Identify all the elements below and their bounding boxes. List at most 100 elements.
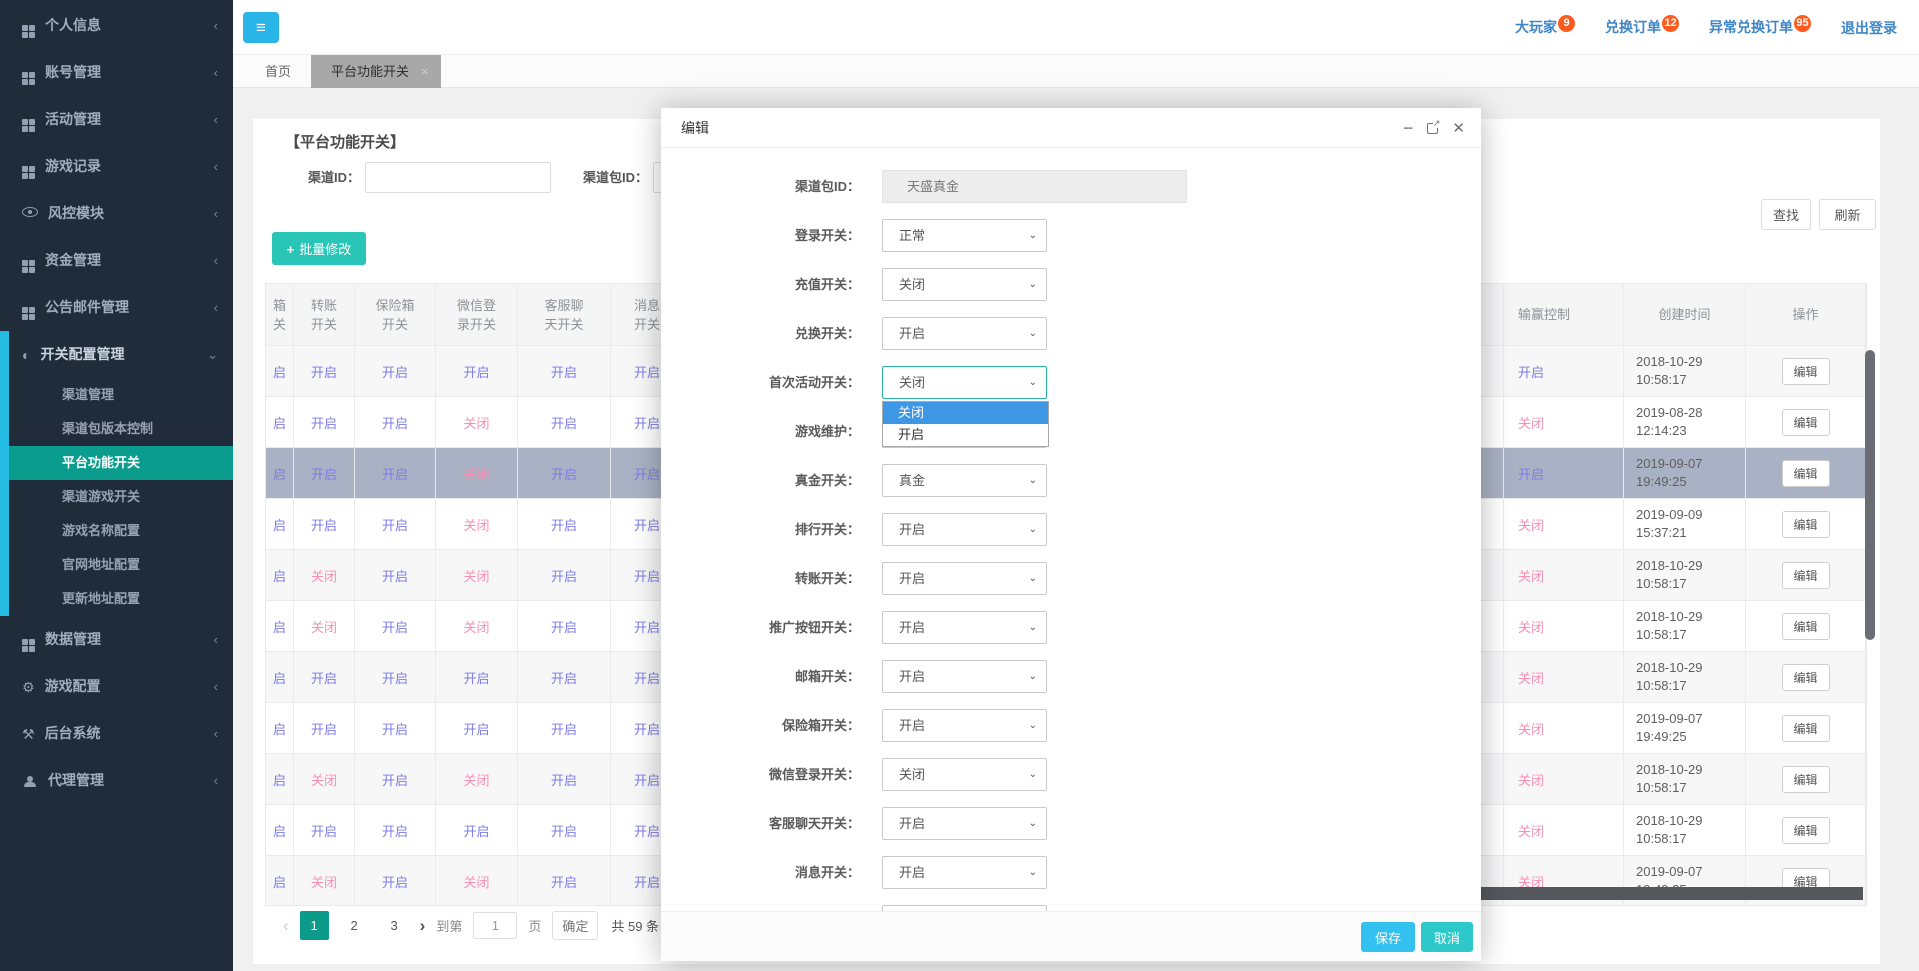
sidebar-subitem[interactable]: 渠道包版本控制 <box>0 412 233 446</box>
dropdown-option-active[interactable]: 关闭 <box>883 402 1048 424</box>
modal-field: 保险箱开关：开启⌄ <box>661 709 1481 742</box>
created-date: 2019-09-09 <box>1636 506 1703 524</box>
channel-id-input[interactable] <box>365 162 551 193</box>
field-select[interactable]: 开启⌄ <box>882 807 1047 840</box>
sidebar-item-label: 资金管理 <box>45 252 101 268</box>
select-arrow-icon: ⌄ <box>1029 367 1037 398</box>
sidebar-item-label: 游戏配置 <box>45 678 101 694</box>
field-select[interactable]: 关闭⌄ <box>882 366 1047 399</box>
field-select[interactable]: 关闭 ⌄ <box>882 268 1047 301</box>
field-select[interactable]: 开启⌄ <box>882 856 1047 889</box>
minimize-icon[interactable]: − <box>1403 119 1414 137</box>
select-arrow-icon: ⌄ <box>1029 269 1037 300</box>
select-value: 开启 <box>899 318 925 349</box>
edit-button[interactable]: 编辑 <box>1782 460 1830 487</box>
edit-button[interactable]: 编辑 <box>1782 562 1830 589</box>
modal-field: 真金开关： 真金⌄ <box>661 464 1481 497</box>
field-select[interactable]: 开启⌄ <box>882 660 1047 693</box>
chevron-down-icon: ⌄ <box>207 331 218 378</box>
topbar-link[interactable]: 兑换订单12 <box>1605 17 1679 38</box>
page-number[interactable]: 3 <box>380 911 409 940</box>
tab-platform-switch[interactable]: 平台功能开关× <box>311 55 441 88</box>
sidebar-item[interactable]: 数据管理‹ <box>0 616 233 663</box>
sidebar-item[interactable]: 代理管理‹ <box>0 757 233 804</box>
restore-icon[interactable] <box>1427 123 1438 134</box>
cancel-button[interactable]: 取消 <box>1421 922 1473 952</box>
topbar-link[interactable]: 异常兑换订单95 <box>1709 17 1811 38</box>
field-select[interactable]: 开启⌄ <box>882 709 1047 742</box>
grid-icon <box>22 119 35 132</box>
created-date: 2018-10-29 <box>1636 761 1703 779</box>
switch-state: 关闭 <box>1518 668 1544 687</box>
field-label: 真金开关： <box>661 464 860 497</box>
sidebar-subitem[interactable]: 官网地址配置 <box>0 548 233 582</box>
sidebar-item[interactable]: ⚙游戏配置‹ <box>0 663 233 710</box>
topbar-link[interactable]: 大玩家9 <box>1515 17 1575 38</box>
switch-state: 开启 <box>634 566 660 585</box>
header-line: 关 <box>273 315 286 334</box>
edit-button[interactable]: 编辑 <box>1782 817 1830 844</box>
hamburger-icon: ≡ <box>256 18 266 37</box>
edit-button[interactable]: 编辑 <box>1782 409 1830 436</box>
select-arrow-icon: ⌄ <box>1029 514 1037 545</box>
menu-toggle-button[interactable]: ≡ <box>243 12 279 43</box>
sidebar-item[interactable]: 个人信息‹ <box>0 2 233 49</box>
sidebar-subitem[interactable]: 游戏名称配置 <box>0 514 233 548</box>
save-button[interactable]: 保存 <box>1361 922 1415 952</box>
sidebar-item[interactable]: ⚒后台系统‹ <box>0 710 233 757</box>
edit-button[interactable]: 编辑 <box>1782 613 1830 640</box>
field-select[interactable]: 开启⌄ <box>882 513 1047 546</box>
modal-field: 消息开关：开启⌄ <box>661 856 1481 889</box>
confirm-page-button[interactable]: 确定 <box>552 911 598 940</box>
goto-page-input[interactable] <box>473 912 517 939</box>
table-cell: 开启 <box>355 397 436 448</box>
sidebar-subitem[interactable]: 渠道管理 <box>0 378 233 412</box>
sidebar-subitem[interactable]: 渠道游戏开关 <box>0 480 233 514</box>
page-number-active[interactable]: 1 <box>300 911 329 940</box>
edit-button[interactable]: 编辑 <box>1782 766 1830 793</box>
sidebar-subitem[interactable]: 更新地址配置 <box>0 582 233 616</box>
field-select[interactable]: 开启⌄ <box>882 317 1047 350</box>
table-cell: 启 <box>266 754 294 805</box>
tab-close-icon[interactable]: × <box>421 64 429 79</box>
switch-state: 开启 <box>382 413 408 432</box>
switch-state: 关闭 <box>463 566 489 585</box>
select-arrow-icon: ⌄ <box>1029 465 1037 496</box>
batch-edit-button[interactable]: +批量修改 <box>272 232 366 265</box>
switch-state: 启 <box>273 821 286 840</box>
sidebar-subitem-label: 平台功能开关 <box>62 455 140 470</box>
sidebar-item[interactable]: 活动管理‹ <box>0 96 233 143</box>
field-select[interactable]: 开启⌄ <box>882 611 1047 644</box>
chevron-left-icon: ‹ <box>214 49 218 96</box>
find-button[interactable]: 查找 <box>1761 199 1811 230</box>
field-select[interactable]: 开启⌄ <box>882 562 1047 595</box>
sidebar-item[interactable]: 资金管理‹ <box>0 237 233 284</box>
edit-button[interactable]: 编辑 <box>1782 511 1830 538</box>
field-select[interactable]: 关闭⌄ <box>882 758 1047 791</box>
edit-button[interactable]: 编辑 <box>1782 358 1830 385</box>
topbar-link[interactable]: 退出登录 <box>1841 18 1897 38</box>
close-icon[interactable]: ✕ <box>1452 119 1465 137</box>
table-header-cell: 客服聊天开关 <box>518 284 611 346</box>
sidebar-item[interactable]: 账号管理‹ <box>0 49 233 96</box>
sidebar-item[interactable]: 公告邮件管理‹ <box>0 284 233 331</box>
field-select[interactable]: 真金⌄ <box>882 464 1047 497</box>
horizontal-scrollbar-thumb[interactable] <box>1481 887 1863 900</box>
created-time: 19:49:25 <box>1636 728 1687 746</box>
tab-home[interactable]: 首页 <box>245 55 311 88</box>
sidebar-item[interactable]: ◐开关配置管理⌄ <box>0 331 233 378</box>
dropdown-option[interactable]: 开启 <box>883 424 1048 446</box>
edit-button[interactable]: 编辑 <box>1782 664 1830 691</box>
vertical-scrollbar-thumb[interactable] <box>1865 350 1875 640</box>
edit-button[interactable]: 编辑 <box>1782 715 1830 742</box>
sidebar-subitem-active[interactable]: 平台功能开关 <box>0 446 233 480</box>
field-select[interactable]: 正常⌄ <box>882 219 1047 252</box>
sidebar-item[interactable]: 游戏记录‹ <box>0 143 233 190</box>
page-number[interactable]: 2 <box>340 911 369 940</box>
prev-page-icon[interactable]: ‹ <box>283 916 289 936</box>
sidebar-item[interactable]: 风控模块‹ <box>0 190 233 237</box>
refresh-button[interactable]: 刷新 <box>1819 199 1876 230</box>
next-page-icon[interactable]: › <box>420 916 426 936</box>
switch-state: 关闭 <box>1518 566 1544 585</box>
select-value: 关闭 <box>899 269 925 300</box>
